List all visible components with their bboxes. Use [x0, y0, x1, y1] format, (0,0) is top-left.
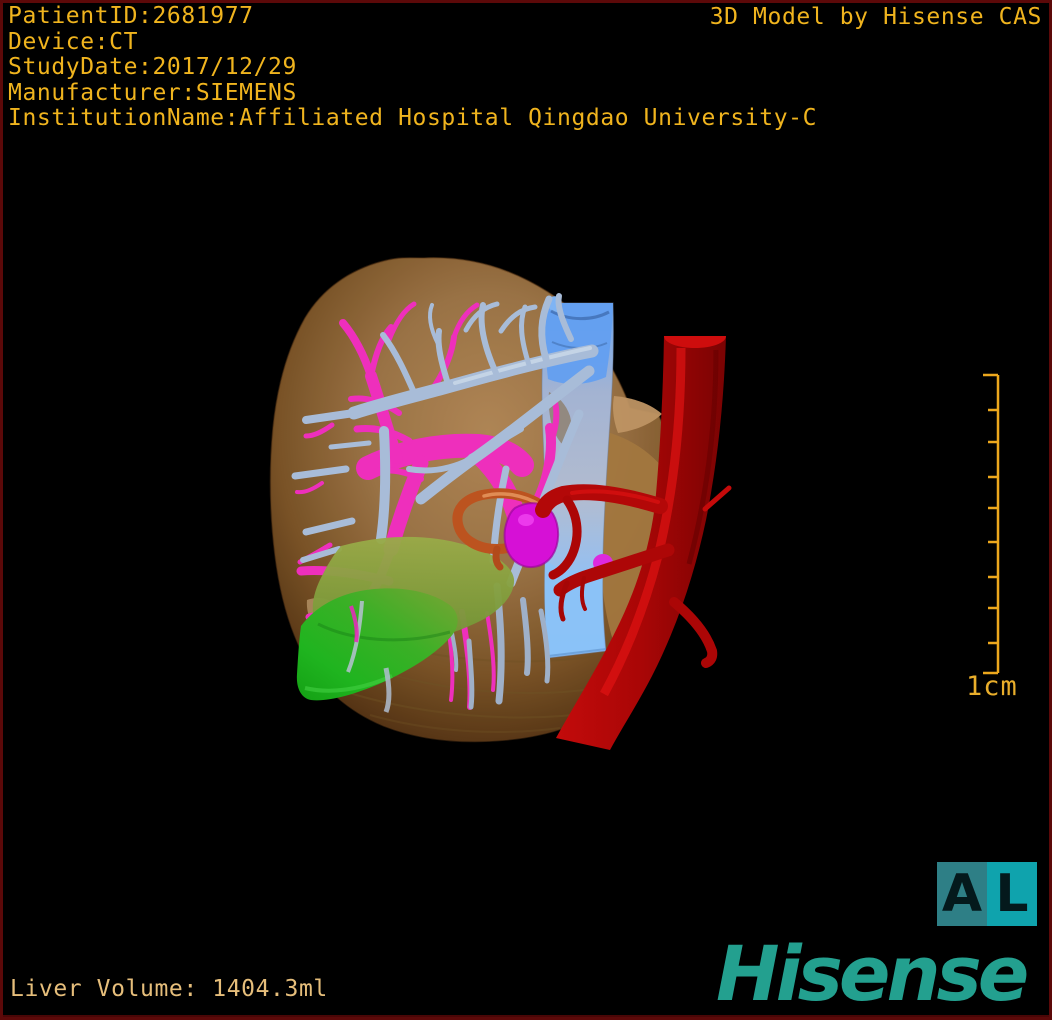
viewer-window: PatientID:2681977 Device:CT StudyDate:20…	[0, 0, 1052, 1020]
study-date-line: StudyDate:2017/12/29	[8, 54, 297, 81]
model-3d-viewport[interactable]	[0, 0, 1052, 1020]
orientation-marker: A L	[937, 862, 1037, 926]
scale-bar-label: 1cm	[966, 671, 1018, 702]
scale-bar	[983, 373, 1000, 675]
hisense-logo: Hisense	[716, 929, 1029, 1018]
orientation-letter-anterior: A	[937, 862, 987, 926]
liver-volume-readout: Liver Volume: 1404.3ml	[10, 976, 328, 1002]
orientation-letter-left: L	[987, 862, 1037, 926]
manufacturer-line: Manufacturer:SIEMENS	[8, 79, 297, 106]
device-line: Device:CT	[8, 28, 139, 55]
viewer-title: 3D Model by Hisense CAS	[709, 4, 1042, 30]
patient-id-line: PatientID:2681977	[8, 3, 254, 29]
patient-info-block: PatientID:2681977 Device:CT StudyDate:20…	[8, 3, 818, 132]
institution-line: InstitutionName:Affiliated Hospital Qing…	[8, 105, 818, 132]
